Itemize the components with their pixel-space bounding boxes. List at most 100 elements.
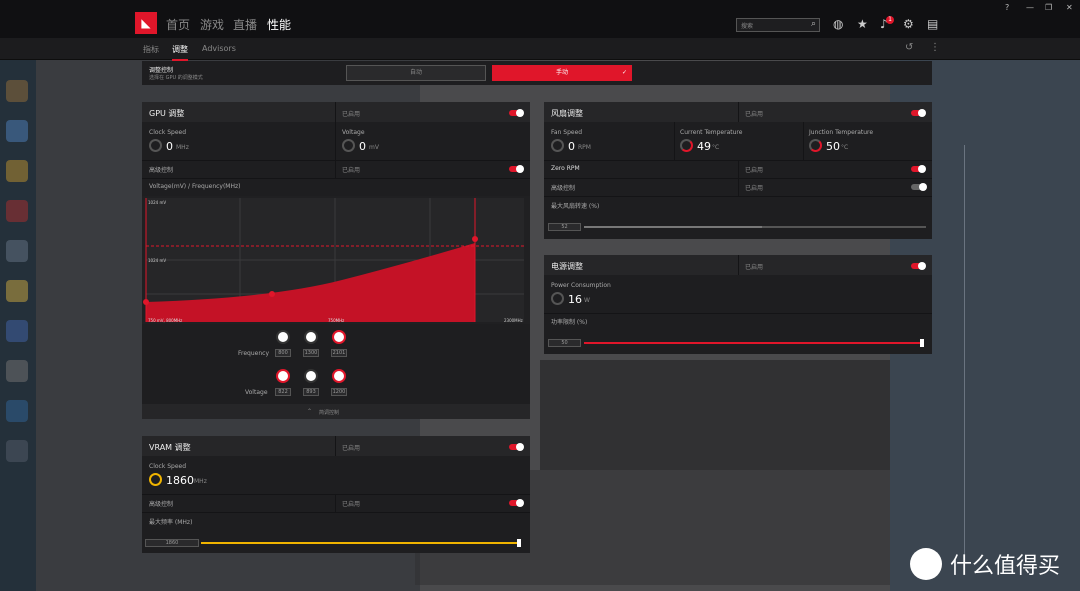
fan-toggle[interactable] (911, 109, 926, 117)
current-temp-unit: °C (712, 144, 720, 151)
freq-input-3[interactable]: 2101 (331, 349, 347, 357)
vram-clock-value: 1860 (166, 474, 194, 487)
current-temp-value: 49 (697, 140, 711, 153)
fan-slider-value[interactable]: 52 (548, 223, 581, 231)
vram-toggle[interactable] (509, 443, 524, 451)
gear-icon[interactable]: ⚙ (903, 17, 914, 31)
gpu-advanced-toggle[interactable] (509, 165, 524, 173)
nav-games[interactable]: 游戏 (200, 16, 224, 33)
auto-button[interactable]: 自动 (346, 65, 486, 81)
power-slider-thumb[interactable] (920, 339, 924, 347)
background-scroll-line (964, 145, 965, 555)
fan-tuning-panel: 风扇调整 已启用 Fan Speed 0 RPM Current Tempera… (544, 102, 932, 239)
collapse-bar[interactable]: ⌃ 简调控制 (142, 404, 530, 419)
check-icon: ✓ (621, 69, 627, 76)
power-slider-track[interactable] (584, 342, 922, 344)
desktop-icon (6, 400, 28, 422)
vram-advanced-toggle[interactable] (509, 499, 524, 507)
freq-knob-2[interactable] (304, 330, 318, 344)
clock-speed-label: Clock Speed (149, 129, 187, 136)
junction-gauge-icon (809, 139, 822, 152)
freq-input-2[interactable]: 1300 (303, 349, 319, 357)
desktop-icon (6, 80, 28, 102)
nav-performance[interactable]: 性能 (267, 16, 292, 43)
curve-title: Voltage(mV) / Frequency(MHz) (149, 183, 241, 190)
volt-knob-2[interactable] (304, 369, 318, 383)
freq-input-1[interactable]: 800 (275, 349, 291, 357)
chevron-up-icon: ⌃ (307, 408, 313, 415)
freq-knob-3[interactable] (332, 330, 346, 344)
fan-advanced-toggle[interactable] (911, 183, 927, 191)
vram-advanced-label: 高级控制 (149, 501, 174, 508)
curve-point[interactable] (472, 236, 478, 242)
y-top-label: 1024 mV (148, 200, 166, 205)
power-toggle[interactable] (911, 262, 926, 270)
zero-rpm-toggle[interactable] (911, 165, 926, 173)
tuning-control-panel: 调整控制 选择在 GPU 的调整模式 自动 手动 ✓ (142, 61, 932, 85)
volt-input-3[interactable]: 1200 (331, 388, 347, 396)
tab-metrics[interactable]: 指标 (143, 44, 159, 55)
fan-speed-unit: RPM (578, 144, 591, 151)
power-enabled-label: 已启用 (745, 264, 764, 271)
vram-slider-track[interactable] (201, 542, 519, 544)
power-slider-fill (584, 342, 922, 344)
x-right-label: 2300MHz (504, 318, 523, 323)
desktop-icon (6, 240, 28, 262)
globe-icon[interactable]: ◍ (833, 17, 843, 31)
divider (674, 122, 675, 160)
tuning-control-subtitle: 选择在 GPU 的调整模式 (149, 75, 203, 81)
divider (544, 196, 932, 197)
search-icon[interactable]: ⌕ (811, 19, 816, 29)
help-icon[interactable]: ? (1005, 3, 1009, 12)
power-slider-value[interactable]: 50 (548, 339, 581, 347)
divider (335, 494, 336, 512)
search-input[interactable]: 搜索 ⌕ (736, 18, 820, 32)
gpu-advanced-state: 已启用 (342, 167, 361, 174)
vram-slider-value[interactable]: 1860 (145, 539, 199, 547)
vram-slider-thumb[interactable] (517, 539, 521, 547)
divider (335, 436, 336, 456)
desktop-icon (6, 200, 28, 222)
close-icon[interactable]: ✕ (1066, 3, 1073, 12)
star-icon[interactable]: ★ (857, 17, 868, 31)
voltage-points-label: Voltage (245, 389, 268, 396)
tab-tuning[interactable]: 调整 (172, 44, 188, 61)
nav-home[interactable]: 首页 (166, 16, 190, 33)
desktop-icon (6, 440, 28, 462)
gpu-toggle[interactable] (509, 109, 524, 117)
tab-advisors[interactable]: Advisors (202, 44, 236, 53)
reset-icon[interactable]: ↺ (905, 42, 913, 53)
amd-logo-icon: ◣ (135, 12, 157, 34)
curve-point[interactable] (143, 299, 149, 305)
minimize-icon[interactable]: — (1026, 3, 1034, 12)
voltage-unit: mV (369, 144, 379, 151)
curve-point[interactable] (269, 291, 275, 297)
volt-input-1[interactable]: 822 (275, 388, 291, 396)
more-icon[interactable]: ⋮ (930, 42, 940, 53)
frequency-label: Frequency (238, 350, 269, 357)
vram-tuning-panel: VRAM 调整 已启用 Clock Speed 1860 MHz 高级控制 已启… (142, 436, 530, 553)
background-window (540, 360, 890, 470)
watermark-text: 什么值得买 (950, 554, 1061, 579)
divider (335, 160, 336, 178)
fan-slider-track[interactable] (584, 226, 926, 228)
divider (738, 102, 739, 122)
collapse-label: 简调控制 (319, 410, 340, 416)
junction-temp-label: Junction Temperature (809, 129, 874, 136)
top-bar: ◣ 首页 游戏 直播 性能 搜索 ⌕ ◍ ★ ♪ 1 ⚙ ▤ ? — ❐ ✕ (0, 0, 1080, 43)
freq-knob-1[interactable] (276, 330, 290, 344)
desktop-icon (6, 160, 28, 182)
divider (142, 512, 530, 513)
manual-button[interactable]: 手动 ✓ (492, 65, 632, 81)
gpu-enabled-label: 已启用 (342, 111, 361, 118)
volt-knob-3[interactable] (332, 369, 346, 383)
power-gauge-icon (551, 292, 564, 305)
nav-live[interactable]: 直播 (233, 16, 257, 33)
volt-knob-1[interactable] (276, 369, 290, 383)
volt-input-2[interactable]: 893 (303, 388, 319, 396)
clock-speed-value: 0 (166, 140, 173, 153)
power-title: 电源调整 (551, 262, 583, 271)
panel-icon[interactable]: ▤ (927, 17, 938, 31)
restore-icon[interactable]: ❐ (1045, 3, 1052, 12)
voltage-frequency-curve[interactable]: 1024 mV 1024 mV 750 mV, 800MHz 750MHz 23… (142, 196, 530, 324)
